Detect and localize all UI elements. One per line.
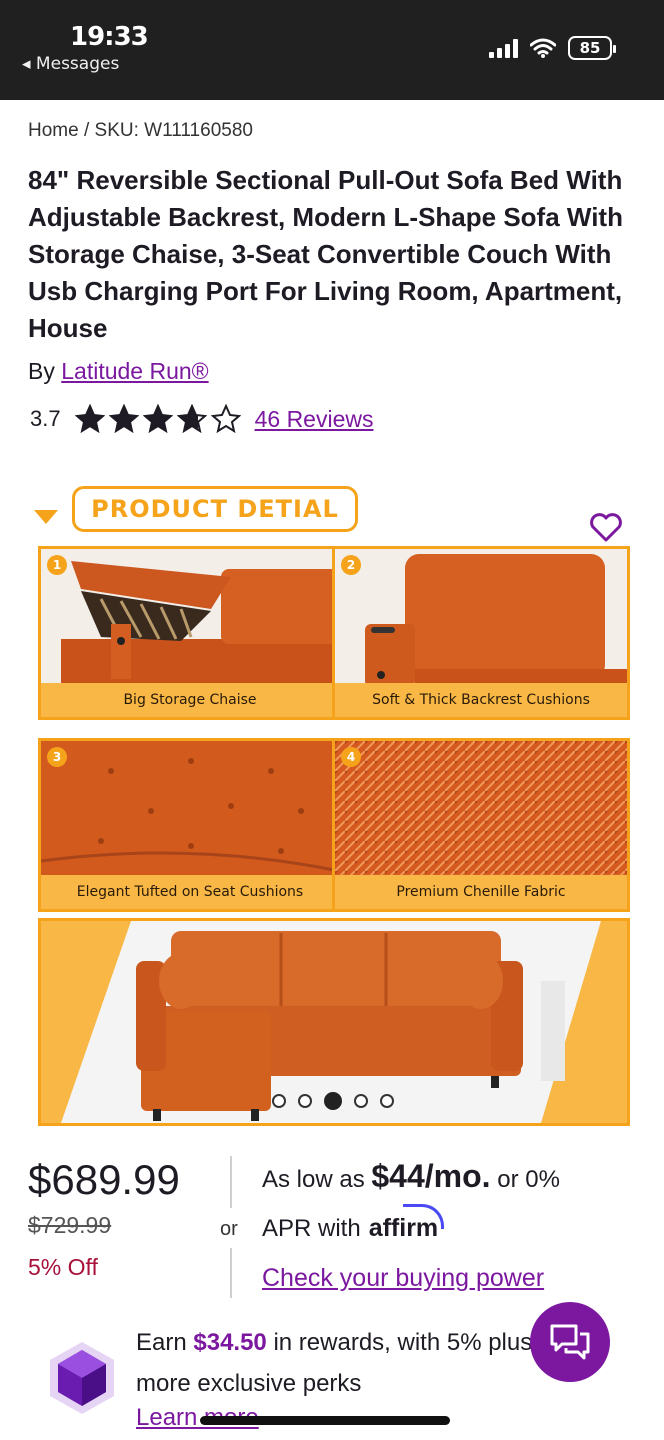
financing-line-1: As low as $44/mo. or 0% [262,1158,560,1195]
rating-value: 3.7 [30,406,61,431]
star-icon [210,404,241,434]
star-icon [108,404,139,434]
carousel-dot[interactable] [380,1094,394,1108]
earn-label: Earn [136,1329,187,1356]
tile-caption-1: Big Storage Chaise [41,683,339,717]
check-buying-power-link[interactable]: Check your buying power [262,1264,544,1293]
rewards-amount: $34.50 [193,1329,267,1356]
gallery-tile-2: 2 Soft & Thick Backrest Cushions [332,546,630,720]
status-time: 19:33 [70,22,149,52]
gem-icon [50,1342,114,1414]
rating-row: 3.7 46 Reviews [30,404,373,434]
current-price: $689.99 [28,1156,180,1203]
financing-line-2: APR with affirm [262,1204,445,1243]
gallery-tile-3: 3 Elegant Tufted on Seat Cushions [38,738,342,912]
tile-caption-2: Soft & Thick Backrest Cushions [335,683,627,717]
battery-level: 85 [579,39,601,57]
heart-icon[interactable] [584,506,628,550]
as-low-as-label: As low as [262,1166,365,1193]
carousel-dots [272,1092,394,1110]
back-to-messages-link[interactable]: ◂ Messages [22,54,119,74]
breadcrumb: Home / SKU: W111160580 [28,120,253,142]
tile-caption-4: Premium Chenille Fabric [335,875,627,909]
carousel-dot[interactable] [272,1094,286,1108]
reviews-link[interactable]: 46 Reviews [255,406,374,433]
carousel-dot[interactable] [324,1092,342,1110]
breadcrumb-sku: SKU: W111160580 [94,120,253,141]
tile-number-2: 2 [341,555,361,575]
breadcrumb-home[interactable]: Home [28,120,79,141]
chat-icon [550,1324,590,1360]
price-divider-top [230,1156,232,1208]
chenille-fabric-image [335,741,627,879]
original-price: $729.99 [28,1212,112,1238]
product-detail-badge: PRODUCT DETIAL [72,486,358,532]
backrest-cushions-image [335,549,627,687]
storage-chaise-image [41,549,339,687]
gallery-tile-1: 1 Big Storage Chaise [38,546,342,720]
rewards-text: Earn $34.50 in rewards, with 5% plus mor… [136,1322,536,1404]
tile-number-3: 3 [47,747,67,767]
breadcrumb-separator: / [83,120,90,141]
status-icons: 85 [489,36,616,60]
by-label: By [28,358,55,384]
tile-caption-3: Elegant Tufted on Seat Cushions [41,875,339,909]
discount-label: 5% Off [28,1254,98,1280]
status-bar: 19:33 ◂ Messages 85 [0,0,664,100]
star-icon [74,404,105,434]
star-rating [74,404,241,434]
affirm-logo: affirm [368,1204,445,1242]
star-icon [142,404,173,434]
price-divider-bottom [230,1248,232,1298]
or-zero-label: or 0% [497,1166,560,1193]
brand-byline: By Latitude Run® [28,358,209,385]
signal-icon [489,38,518,58]
carousel-dot[interactable] [298,1094,312,1108]
star-icon [176,404,207,434]
carousel-dot[interactable] [354,1094,368,1108]
or-label: or [220,1218,238,1240]
caret-down-icon [34,510,58,524]
chat-button[interactable] [530,1302,610,1382]
brand-link[interactable]: Latitude Run® [61,358,208,384]
battery-icon: 85 [568,36,616,60]
apr-label: APR with [262,1215,361,1242]
tile-number-1: 1 [47,555,67,575]
home-indicator [200,1416,450,1425]
tufted-seat-image [41,741,339,879]
tile-number-4: 4 [341,747,361,767]
wifi-icon [530,38,556,58]
gallery-tile-4: 4 Premium Chenille Fabric [332,738,630,912]
monthly-price: $44/mo. [371,1158,491,1194]
product-title: 84" Reversible Sectional Pull-Out Sofa B… [28,165,623,343]
